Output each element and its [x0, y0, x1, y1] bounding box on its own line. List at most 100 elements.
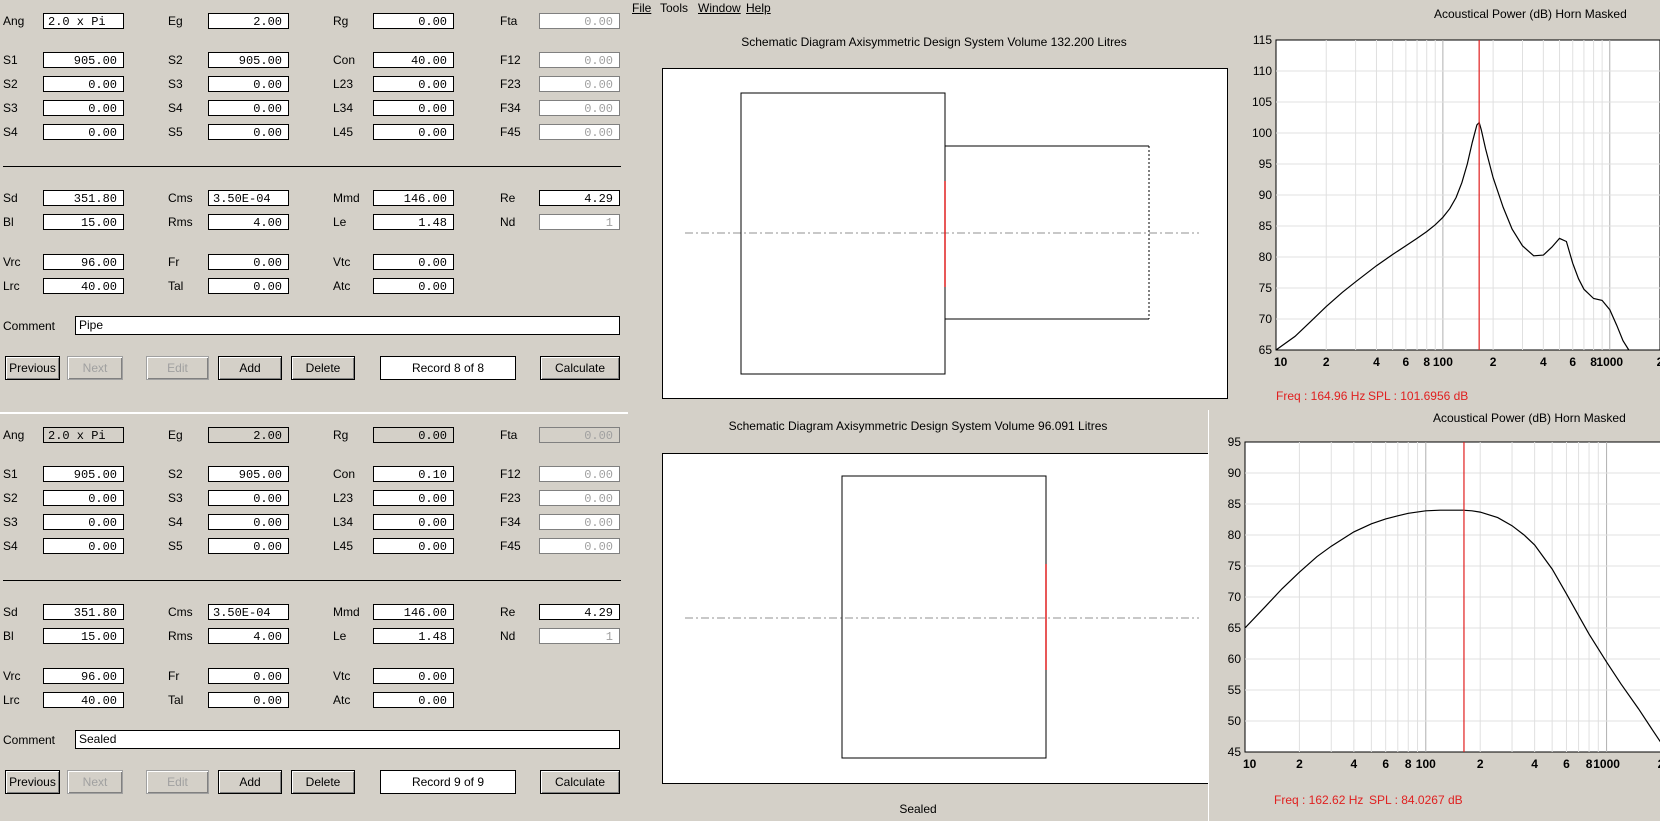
- field-l23[interactable]: 0.00: [373, 490, 454, 506]
- y-tick-label: 90: [1228, 466, 1242, 480]
- menu-tools[interactable]: Tools: [660, 1, 688, 15]
- menu-file[interactable]: File: [632, 1, 651, 15]
- calculate-button[interactable]: Calculate: [540, 356, 620, 380]
- field-atc[interactable]: 0.00: [373, 692, 454, 708]
- field-re[interactable]: 4.29: [539, 604, 620, 620]
- field-rg[interactable]: 0.00: [373, 427, 454, 443]
- field-s4[interactable]: 0.00: [208, 514, 289, 530]
- field-s3[interactable]: 0.00: [43, 100, 124, 116]
- label-vrc: Vrc: [3, 669, 21, 683]
- field-rg[interactable]: 0.00: [373, 13, 454, 29]
- schematic-drawing: [685, 475, 1199, 759]
- field-s4[interactable]: 0.00: [43, 124, 124, 140]
- field-l34[interactable]: 0.00: [373, 100, 454, 116]
- field-s4[interactable]: 0.00: [208, 100, 289, 116]
- label-tal: Tal: [168, 279, 184, 293]
- previous-button[interactable]: Previous: [5, 356, 60, 380]
- field-s3[interactable]: 0.00: [43, 514, 124, 530]
- y-tick-label: 70: [1228, 590, 1242, 604]
- field-s1[interactable]: 905.00: [43, 466, 124, 482]
- y-tick-label: 80: [1228, 528, 1242, 542]
- field-cms[interactable]: 3.50E-04: [208, 190, 289, 206]
- y-tick-label: 115: [1253, 33, 1272, 47]
- response-window-bottom: Acoustical Power (dB) Horn Masked 45 50 55…: [1208, 410, 1660, 821]
- label-s4: S4: [3, 539, 18, 553]
- field-s3[interactable]: 0.00: [208, 490, 289, 506]
- field-eg[interactable]: 2.00: [208, 13, 289, 29]
- field-bl[interactable]: 15.00: [43, 214, 124, 230]
- field-eg[interactable]: 2.00: [208, 427, 289, 443]
- field-bl[interactable]: 15.00: [43, 628, 124, 644]
- y-tick-label: 85: [1228, 497, 1242, 511]
- label-fr: Fr: [168, 255, 180, 269]
- schematic-canvas: [662, 68, 1228, 399]
- field-le[interactable]: 1.48: [373, 628, 454, 644]
- field-s1[interactable]: 905.00: [43, 52, 124, 68]
- chart-title: Acoustical Power (dB) Horn Masked: [1433, 411, 1626, 425]
- field-cms[interactable]: 3.50E-04: [208, 604, 289, 620]
- field-re[interactable]: 4.29: [539, 190, 620, 206]
- field-vtc[interactable]: 0.00: [373, 668, 454, 684]
- spl-readout: SPL : 84.0267 dB: [1369, 793, 1463, 807]
- label-s3: S3: [3, 101, 18, 115]
- delete-button[interactable]: Delete: [291, 356, 355, 380]
- field-le[interactable]: 1.48: [373, 214, 454, 230]
- field-rms[interactable]: 4.00: [208, 214, 289, 230]
- field-mmd[interactable]: 146.00: [373, 190, 454, 206]
- field-sd[interactable]: 351.80: [43, 604, 124, 620]
- field-vtc[interactable]: 0.00: [373, 254, 454, 270]
- field-s2[interactable]: 905.00: [208, 52, 289, 68]
- field-l23[interactable]: 0.00: [373, 76, 454, 92]
- x-tick-label: 1000: [1596, 355, 1623, 369]
- field-tal[interactable]: 0.00: [208, 278, 289, 294]
- field-mmd[interactable]: 146.00: [373, 604, 454, 620]
- section-divider: [3, 580, 621, 581]
- field-f45: 0.00: [539, 124, 620, 140]
- label-bl: Bl: [3, 629, 14, 643]
- comment-field[interactable]: Pipe: [75, 316, 620, 335]
- field-fr[interactable]: 0.00: [208, 254, 289, 270]
- field-con[interactable]: 40.00: [373, 52, 454, 68]
- comment-field[interactable]: Sealed: [75, 730, 620, 749]
- field-s4[interactable]: 0.00: [43, 538, 124, 554]
- add-button[interactable]: Add: [218, 770, 282, 794]
- field-lrc[interactable]: 40.00: [43, 278, 124, 294]
- comment-label: Comment: [3, 319, 56, 333]
- field-con[interactable]: 0.10: [373, 466, 454, 482]
- menu-window[interactable]: Window: [698, 1, 741, 15]
- menu-help[interactable]: Help: [746, 1, 771, 15]
- y-tick-label: 80: [1259, 250, 1273, 264]
- label-f34: F34: [500, 101, 521, 115]
- field-sd[interactable]: 351.80: [43, 190, 124, 206]
- field-tal[interactable]: 0.00: [208, 692, 289, 708]
- field-ang[interactable]: 2.0 x Pi: [43, 13, 124, 29]
- field-s5[interactable]: 0.00: [208, 124, 289, 140]
- field-s2[interactable]: 905.00: [208, 466, 289, 482]
- field-s2[interactable]: 0.00: [43, 76, 124, 92]
- field-vrc[interactable]: 96.00: [43, 668, 124, 684]
- field-fr[interactable]: 0.00: [208, 668, 289, 684]
- field-lrc[interactable]: 40.00: [43, 692, 124, 708]
- spl-chart-top[interactable]: 6570758085909510010511011510 2 4 6 8 100 2 4 6 8 1…: [1240, 30, 1660, 405]
- field-s3[interactable]: 0.00: [208, 76, 289, 92]
- spl-chart-bottom[interactable]: 4550556065707580859095102468100246810002: [1209, 432, 1660, 807]
- delete-button[interactable]: Delete: [291, 770, 355, 794]
- field-vrc[interactable]: 96.00: [43, 254, 124, 270]
- field-rms[interactable]: 4.00: [208, 628, 289, 644]
- field-l34[interactable]: 0.00: [373, 514, 454, 530]
- label-fr: Fr: [168, 669, 180, 683]
- spl-readout: SPL : 101.6956 dB: [1368, 389, 1469, 403]
- previous-button[interactable]: Previous: [5, 770, 60, 794]
- add-button[interactable]: Add: [218, 356, 282, 380]
- field-atc[interactable]: 0.00: [373, 278, 454, 294]
- x-tick-label: 10: [1243, 757, 1257, 771]
- field-l45[interactable]: 0.00: [373, 538, 454, 554]
- label-sd: Sd: [3, 605, 18, 619]
- field-s2[interactable]: 0.00: [43, 490, 124, 506]
- field-ang[interactable]: 2.0 x Pi: [43, 427, 124, 443]
- calculate-button[interactable]: Calculate: [540, 770, 620, 794]
- label-f45: F45: [500, 125, 521, 139]
- field-s5[interactable]: 0.00: [208, 538, 289, 554]
- label-sd: Sd: [3, 191, 18, 205]
- field-l45[interactable]: 0.00: [373, 124, 454, 140]
